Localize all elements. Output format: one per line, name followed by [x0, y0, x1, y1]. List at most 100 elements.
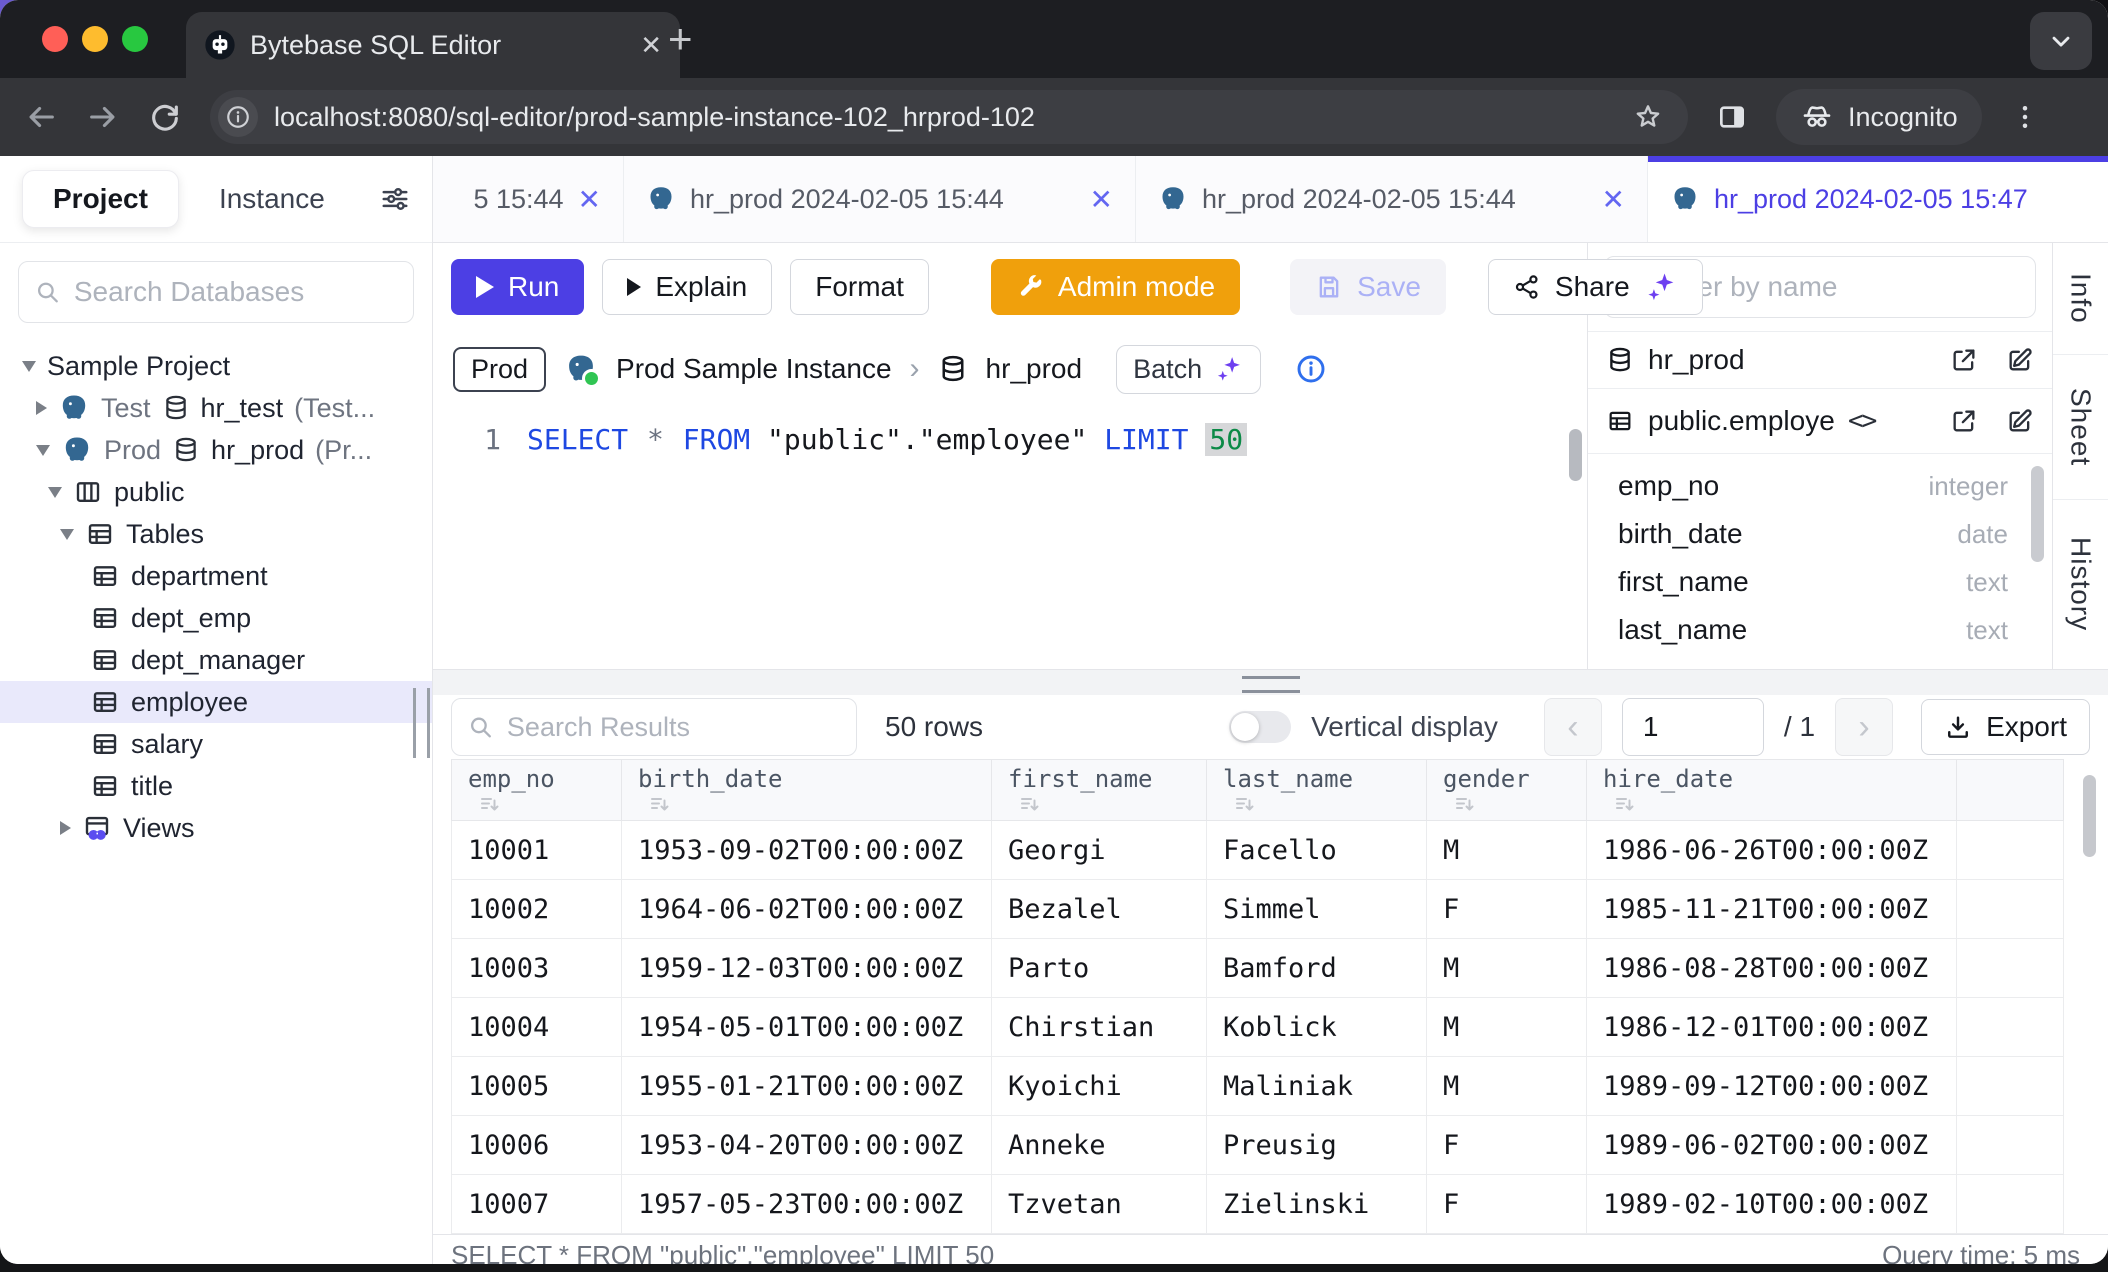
tree-item-schema-public[interactable]: public	[0, 471, 432, 513]
info-icon[interactable]	[1295, 353, 1327, 385]
cell-last_name[interactable]: Koblick	[1207, 998, 1427, 1057]
results-scrollbar[interactable]	[2083, 775, 2096, 857]
site-info-icon[interactable]	[218, 97, 258, 137]
column-item[interactable]: emp_no integer	[1588, 462, 2052, 510]
column-item[interactable]: birth_date date	[1588, 510, 2052, 558]
sort-icon[interactable]	[1453, 793, 1477, 817]
cell-last_name[interactable]: Maliniak	[1207, 1057, 1427, 1116]
column-item[interactable]: first_name text	[1588, 558, 2052, 606]
cell-first_name[interactable]: Georgi	[992, 821, 1207, 880]
cell-hire_date[interactable]: 1986-06-26T00:00:00Z	[1587, 821, 1957, 880]
cell-first_name[interactable]: Parto	[992, 939, 1207, 998]
save-button[interactable]: Save	[1290, 259, 1446, 315]
batch-mode-badge[interactable]: Batch	[1116, 345, 1261, 394]
column-header-emp_no[interactable]: emp_no	[452, 760, 622, 821]
column-header-last_name[interactable]: last_name	[1207, 760, 1427, 821]
cell-hire_date[interactable]: 1986-12-01T00:00:00Z	[1587, 998, 1957, 1057]
cell-first_name[interactable]: Bezalel	[992, 880, 1207, 939]
cell-emp_no[interactable]: 10001	[452, 821, 622, 880]
cell-gender[interactable]: F	[1427, 880, 1587, 939]
vertical-display-toggle[interactable]	[1229, 711, 1291, 743]
cell-hire_date[interactable]: 1989-06-02T00:00:00Z	[1587, 1116, 1957, 1175]
tree-item-hr-test[interactable]: Test hr_test (Test...	[0, 387, 432, 429]
cell-first_name[interactable]: Anneke	[992, 1116, 1207, 1175]
close-tab-icon[interactable]: ✕	[578, 183, 601, 216]
sidebar-resize-handle[interactable]	[413, 688, 430, 758]
tab-search-chevron-icon[interactable]	[2030, 12, 2092, 70]
worksheet-tab[interactable]: hr_prod 2024-02-05 15:44 ✕	[624, 156, 1136, 242]
cell-last_name[interactable]: Preusig	[1207, 1116, 1427, 1175]
column-header-first_name[interactable]: first_name	[992, 760, 1207, 821]
column-header-gender[interactable]: gender	[1427, 760, 1587, 821]
tree-settings-icon[interactable]	[380, 184, 410, 214]
cell-gender[interactable]: F	[1427, 1175, 1587, 1234]
external-link-icon[interactable]	[1950, 407, 1978, 435]
column-header-hire_date[interactable]: hire_date	[1587, 760, 1957, 821]
database-name[interactable]: hr_prod	[986, 353, 1083, 385]
share-button[interactable]: Share	[1488, 259, 1703, 315]
tree-item-table-dept-emp[interactable]: dept_emp	[0, 597, 432, 639]
column-header-birth_date[interactable]: birth_date	[622, 760, 992, 821]
external-link-icon[interactable]	[1950, 346, 1978, 374]
cell-last_name[interactable]: Zielinski	[1207, 1175, 1427, 1234]
panel-database-row[interactable]: hr_prod	[1588, 332, 2052, 389]
close-tab-icon[interactable]: ✕	[1090, 183, 1113, 216]
editor-scrollbar[interactable]	[1569, 429, 1582, 481]
cell-birth_date[interactable]: 1955-01-21T00:00:00Z	[622, 1057, 992, 1116]
address-bar[interactable]: localhost:8080/sql-editor/prod-sample-in…	[210, 90, 1688, 144]
cell-emp_no[interactable]: 10003	[452, 939, 622, 998]
tab-instance[interactable]: Instance	[219, 183, 325, 215]
reload-icon[interactable]	[148, 100, 182, 134]
cell-birth_date[interactable]: 1959-12-03T00:00:00Z	[622, 939, 992, 998]
sql-editor[interactable]: 1 SELECT * FROM "public"."employee" LIMI…	[433, 407, 1587, 669]
edit-icon[interactable]	[2006, 346, 2034, 374]
panel-table-row[interactable]: public.employee <>	[1588, 389, 2052, 454]
cell-birth_date[interactable]: 1954-05-01T00:00:00Z	[622, 998, 992, 1057]
cell-emp_no[interactable]: 10005	[452, 1057, 622, 1116]
cell-emp_no[interactable]: 10007	[452, 1175, 622, 1234]
prev-page-button[interactable]: ‹	[1544, 698, 1602, 756]
run-button[interactable]: Run	[451, 259, 584, 315]
cell-last_name[interactable]: Simmel	[1207, 880, 1427, 939]
caret-down-icon[interactable]	[36, 445, 50, 456]
sort-icon[interactable]	[648, 793, 672, 817]
caret-down-icon[interactable]	[22, 361, 36, 372]
sort-icon[interactable]	[1613, 793, 1637, 817]
back-icon[interactable]	[24, 100, 58, 134]
cell-birth_date[interactable]: 1953-04-20T00:00:00Z	[622, 1116, 992, 1175]
cell-gender[interactable]: M	[1427, 998, 1587, 1057]
cell-last_name[interactable]: Bamford	[1207, 939, 1427, 998]
database-search-input[interactable]	[72, 275, 397, 309]
instance-name[interactable]: Prod Sample Instance	[616, 353, 892, 385]
cell-birth_date[interactable]: 1953-09-02T00:00:00Z	[622, 821, 992, 880]
cell-last_name[interactable]: Facello	[1207, 821, 1427, 880]
next-page-button[interactable]: ›	[1835, 698, 1893, 756]
close-tab-icon[interactable]: ✕	[1602, 183, 1625, 216]
cell-hire_date[interactable]: 1989-02-10T00:00:00Z	[1587, 1175, 1957, 1234]
cell-birth_date[interactable]: 1964-06-02T00:00:00Z	[622, 880, 992, 939]
tree-item-table-dept-manager[interactable]: dept_manager	[0, 639, 432, 681]
cell-emp_no[interactable]: 10002	[452, 880, 622, 939]
worksheet-tab[interactable]: 5 15:44 ✕	[433, 156, 624, 242]
minimize-window-button[interactable]	[82, 26, 108, 52]
code-icon[interactable]: <>	[1848, 406, 1875, 436]
browser-tab[interactable]: Bytebase SQL Editor ✕	[186, 12, 680, 78]
tab-project[interactable]: Project	[22, 170, 179, 228]
cell-first_name[interactable]: Chirstian	[992, 998, 1207, 1057]
sort-icon[interactable]	[1233, 793, 1257, 817]
side-panel-icon[interactable]	[1716, 101, 1748, 133]
tree-item-hr-prod[interactable]: Prod hr_prod (Pr...	[0, 429, 432, 471]
results-search[interactable]	[451, 698, 857, 756]
database-search[interactable]	[18, 261, 414, 323]
caret-right-icon[interactable]	[36, 401, 47, 415]
tree-item-table-title[interactable]: title	[0, 765, 432, 807]
new-tab-icon[interactable]: +	[668, 18, 693, 60]
tree-item-views[interactable]: Views	[0, 807, 432, 849]
format-button[interactable]: Format	[790, 259, 929, 315]
cell-birth_date[interactable]: 1957-05-23T00:00:00Z	[622, 1175, 992, 1234]
cell-first_name[interactable]: Tzvetan	[992, 1175, 1207, 1234]
sort-icon[interactable]	[478, 793, 502, 817]
drag-handle-icon[interactable]	[1242, 676, 1300, 693]
cell-emp_no[interactable]: 10006	[452, 1116, 622, 1175]
forward-icon[interactable]	[86, 100, 120, 134]
